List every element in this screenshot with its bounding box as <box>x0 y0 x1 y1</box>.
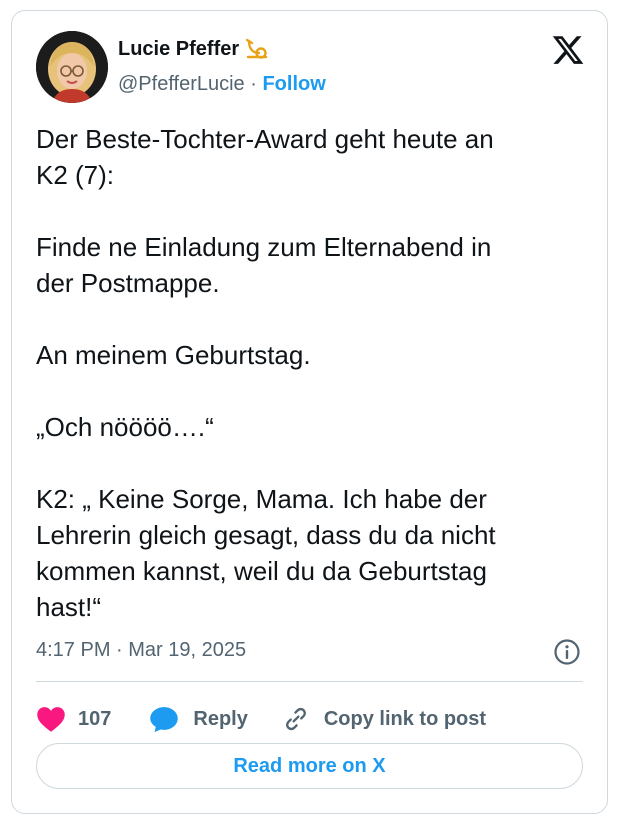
action-bar: 107 Reply Copy link to post <box>36 699 486 739</box>
author-name-row[interactable]: Lucie Pfeffer <box>118 37 269 61</box>
handle-separator: · <box>250 73 257 95</box>
read-more-button[interactable]: Read more on X <box>36 743 583 789</box>
x-logo-icon[interactable] <box>551 33 585 67</box>
reply-bubble-icon <box>150 707 179 733</box>
like-button[interactable]: 107 <box>36 705 111 733</box>
divider <box>36 681 583 682</box>
tweet-text: Der Beste-Tochter-Award geht heute an K2… <box>36 124 496 622</box>
author-handle[interactable]: @PfefferLucie <box>118 73 245 95</box>
avatar-image <box>36 31 108 103</box>
author-name[interactable]: Lucie Pfeffer <box>118 38 239 61</box>
info-icon[interactable] <box>553 638 581 666</box>
reply-label: Reply <box>193 707 248 730</box>
post-horn-icon <box>245 37 269 61</box>
link-icon <box>285 707 306 731</box>
tweet-card: Lucie Pfeffer @PfefferLucie · Follow Der… <box>11 10 608 814</box>
like-count: 107 <box>78 707 112 730</box>
handle-row: @PfefferLucie · Follow <box>118 73 326 96</box>
follow-button[interactable]: Follow <box>262 73 325 95</box>
heart-icon <box>37 707 65 732</box>
tweet-timestamp[interactable]: 4:17 PM · Mar 19, 2025 <box>36 639 246 662</box>
copy-link-label: Copy link to post <box>323 707 487 730</box>
reply-button[interactable]: Reply <box>149 705 248 733</box>
avatar[interactable] <box>36 31 108 103</box>
copy-link-button[interactable]: Copy link to post <box>282 705 486 733</box>
